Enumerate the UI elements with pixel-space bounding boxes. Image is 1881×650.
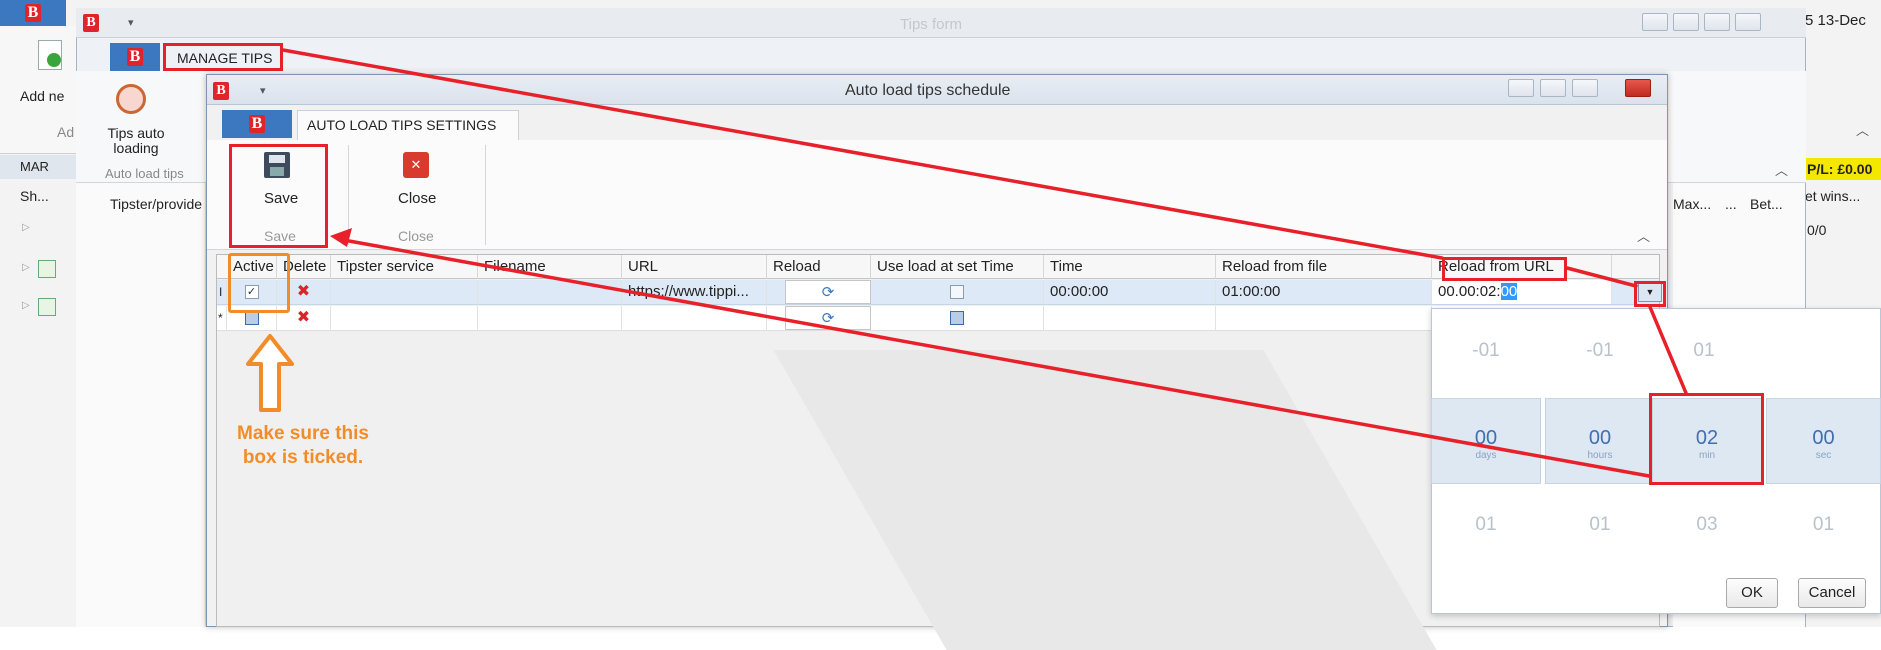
annotation-lines — [281, 48, 1688, 478]
